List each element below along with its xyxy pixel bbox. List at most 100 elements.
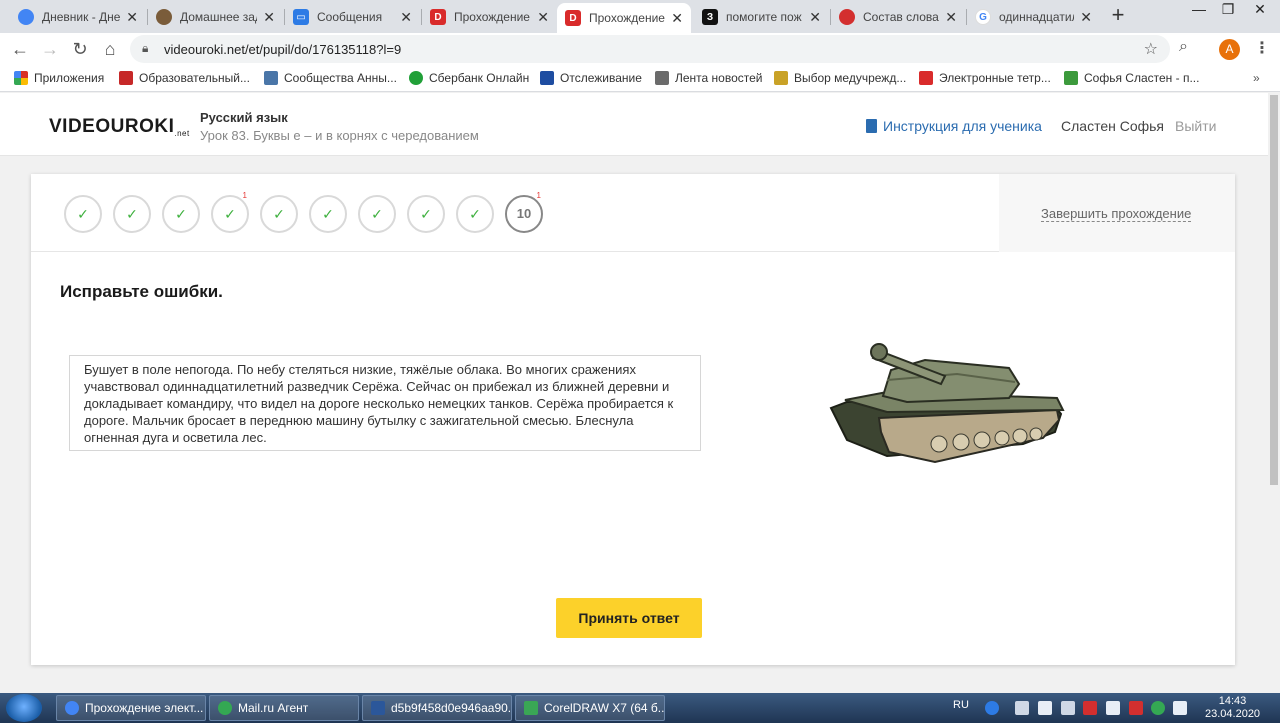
bookmark-star-icon[interactable]: ☆ bbox=[1144, 39, 1158, 59]
start-button[interactable] bbox=[6, 694, 42, 722]
browser-tab-strip: Дневник - Дне ✕ Домашнее зад ✕ ▭ Сообщен… bbox=[0, 0, 1280, 33]
language-indicator[interactable]: RU bbox=[953, 699, 969, 711]
envelope-icon[interactable] bbox=[1173, 701, 1187, 715]
instruction-link[interactable]: Инструкция для ученика bbox=[866, 118, 1042, 134]
browser-tab[interactable]: ▭ Сообщения ✕ bbox=[285, 3, 420, 31]
task-card: ✓ ✓ ✓ ✓ 1 ✓ ✓ ✓ ✓ ✓ 10 1 Завершить прохожд… bbox=[31, 174, 1235, 665]
medical-icon bbox=[774, 71, 788, 85]
bookmark-item[interactable]: Сообщества Анны... bbox=[264, 71, 397, 85]
lesson-title: Урок 83. Буквы е – и в корнях с чередова… bbox=[200, 128, 479, 143]
username[interactable]: Сластен Софья bbox=[1061, 118, 1164, 134]
browser-tab[interactable]: З помогите пож ✕ bbox=[694, 3, 829, 31]
taskbar-button[interactable]: d5b9f458d0e946aa90... bbox=[362, 695, 512, 721]
new-tab-button[interactable]: + bbox=[1104, 4, 1132, 28]
bookmarks-bar: Приложения Образовательный... Сообщества… bbox=[0, 65, 1280, 92]
page-scrollbar[interactable] bbox=[1268, 93, 1280, 693]
system-clock[interactable]: 14:43 23.04.2020 bbox=[1205, 695, 1260, 721]
maximize-button[interactable]: ❐ bbox=[1210, 0, 1246, 22]
close-tab-icon[interactable]: ✕ bbox=[400, 9, 412, 26]
more-bookmarks-icon[interactable]: » bbox=[1253, 71, 1260, 85]
coreldraw-icon bbox=[524, 701, 538, 715]
taskbar-button[interactable]: Прохождение элект... bbox=[56, 695, 206, 721]
bookmark-item[interactable]: Образовательный... bbox=[119, 71, 250, 85]
word-icon bbox=[371, 701, 385, 715]
bookmark-item[interactable]: Отслеживание bbox=[540, 71, 642, 85]
close-tab-icon[interactable]: ✕ bbox=[126, 9, 138, 26]
progress-step[interactable]: ✓ bbox=[358, 195, 396, 233]
bookmark-apps[interactable]: Приложения bbox=[14, 71, 104, 85]
browser-tab[interactable]: G одиннадцатил ✕ bbox=[967, 3, 1100, 31]
browser-tab[interactable]: Состав слова ✕ bbox=[831, 3, 965, 31]
subject-title: Русский язык bbox=[200, 110, 288, 125]
address-bar[interactable]: 🔒︎ videouroki.net/et/pupil/do/176135118?… bbox=[130, 35, 1170, 63]
browser-tab[interactable]: Домашнее зад ✕ bbox=[148, 3, 283, 31]
bookmark-item[interactable]: Лента новостей bbox=[655, 71, 763, 85]
answer-text-field[interactable]: Бушует в поле непогода. По небу стелятьс… bbox=[69, 355, 701, 451]
forward-arrow-icon[interactable]: → bbox=[38, 38, 62, 60]
volume-icon[interactable] bbox=[1106, 701, 1120, 715]
close-tab-icon[interactable]: ✕ bbox=[945, 9, 957, 26]
browser-tab[interactable]: Дневник - Дне ✕ bbox=[10, 3, 146, 31]
progress-step[interactable]: ✓ bbox=[113, 195, 151, 233]
close-tab-icon[interactable]: ✕ bbox=[263, 9, 275, 26]
progress-step[interactable]: ✓ bbox=[309, 195, 347, 233]
videouroki-icon bbox=[919, 71, 933, 85]
close-tab-icon[interactable]: ✕ bbox=[671, 10, 683, 27]
progress-step[interactable]: ✓ bbox=[407, 195, 445, 233]
bookmark-item[interactable]: Электронные тетр... bbox=[919, 71, 1051, 85]
mail-agent-tray-icon[interactable] bbox=[1151, 701, 1165, 715]
red-circle-icon bbox=[839, 9, 855, 25]
mailru-agent-icon bbox=[218, 701, 232, 715]
taskbar-button[interactable]: CorelDRAW X7 (64 б... bbox=[515, 695, 665, 721]
acrobat-icon[interactable] bbox=[1083, 701, 1097, 715]
bookmark-item[interactable]: Выбор медучрежд... bbox=[774, 71, 906, 85]
sberbank-icon bbox=[409, 71, 423, 85]
scrollbar-thumb[interactable] bbox=[1270, 95, 1278, 485]
progress-step[interactable]: ✓ bbox=[456, 195, 494, 233]
tray-app-icon[interactable] bbox=[1015, 701, 1029, 715]
progress-bar: ✓ ✓ ✓ ✓ 1 ✓ ✓ ✓ ✓ ✓ 10 1 Завершить прохожд… bbox=[31, 174, 1235, 252]
progress-step[interactable]: ✓ bbox=[260, 195, 298, 233]
question-title: Исправьте ошибки. bbox=[60, 282, 223, 301]
bookmark-item[interactable]: Сбербанк Онлайн bbox=[409, 71, 529, 85]
vk-icon bbox=[264, 71, 278, 85]
menu-kebab-icon[interactable]: ⋮ bbox=[1254, 38, 1270, 58]
windows-taskbar: Прохождение элект... Mail.ru Агент d5b9f… bbox=[0, 693, 1280, 723]
bookmark-item[interactable]: Софья Сластен - п... bbox=[1064, 71, 1199, 85]
home-icon[interactable]: ⌂ bbox=[98, 38, 122, 60]
submit-answer-button[interactable]: Принять ответ bbox=[556, 598, 702, 638]
flag-icon[interactable] bbox=[1038, 701, 1052, 715]
back-arrow-icon[interactable]: ← bbox=[8, 38, 32, 60]
lock-icon: 🔒︎ bbox=[142, 41, 149, 55]
reload-icon[interactable]: ↻ bbox=[68, 38, 92, 60]
browser-toolbar: ← → ↻ ⌂ 🔒︎ videouroki.net/et/pupil/do/17… bbox=[0, 33, 1280, 65]
document-icon bbox=[866, 119, 877, 133]
progress-step[interactable]: ✓ 1 bbox=[211, 191, 249, 233]
profile-avatar[interactable]: A bbox=[1219, 39, 1240, 60]
close-window-button[interactable]: ✕ bbox=[1242, 0, 1278, 22]
tray-alert-icon[interactable] bbox=[1129, 701, 1143, 715]
search-icon[interactable]: ⌕ bbox=[1179, 38, 1188, 56]
news-icon bbox=[655, 71, 669, 85]
browser-tab[interactable]: D Прохождение ✕ bbox=[422, 3, 557, 31]
owl-icon bbox=[156, 9, 172, 25]
site-logo[interactable]: VIDEOUROKI.net bbox=[49, 116, 190, 138]
google-icon: G bbox=[975, 9, 991, 25]
progress-step-current[interactable]: 10 1 bbox=[505, 191, 543, 233]
url-text[interactable]: videouroki.net/et/pupil/do/176135118?l=9 bbox=[164, 42, 401, 57]
progress-step[interactable]: ✓ bbox=[64, 195, 102, 233]
browser-tab-active[interactable]: D Прохождение ✕ bbox=[557, 3, 691, 33]
close-tab-icon[interactable]: ✕ bbox=[537, 9, 549, 26]
help-icon[interactable] bbox=[985, 701, 999, 715]
taskbar-button[interactable]: Mail.ru Агент bbox=[209, 695, 359, 721]
progress-step[interactable]: ✓ bbox=[162, 195, 200, 233]
videouroki-icon: D bbox=[430, 9, 446, 25]
bookmark-icon bbox=[119, 71, 133, 85]
logout-link[interactable]: Выйти bbox=[1175, 118, 1216, 134]
videouroki-icon: D bbox=[565, 10, 581, 26]
tank-icon bbox=[829, 343, 1065, 464]
network-icon[interactable] bbox=[1061, 701, 1075, 715]
close-tab-icon[interactable]: ✕ bbox=[809, 9, 821, 26]
close-tab-icon[interactable]: ✕ bbox=[1080, 9, 1092, 26]
finish-link[interactable]: Завершить прохождение bbox=[1041, 206, 1192, 222]
